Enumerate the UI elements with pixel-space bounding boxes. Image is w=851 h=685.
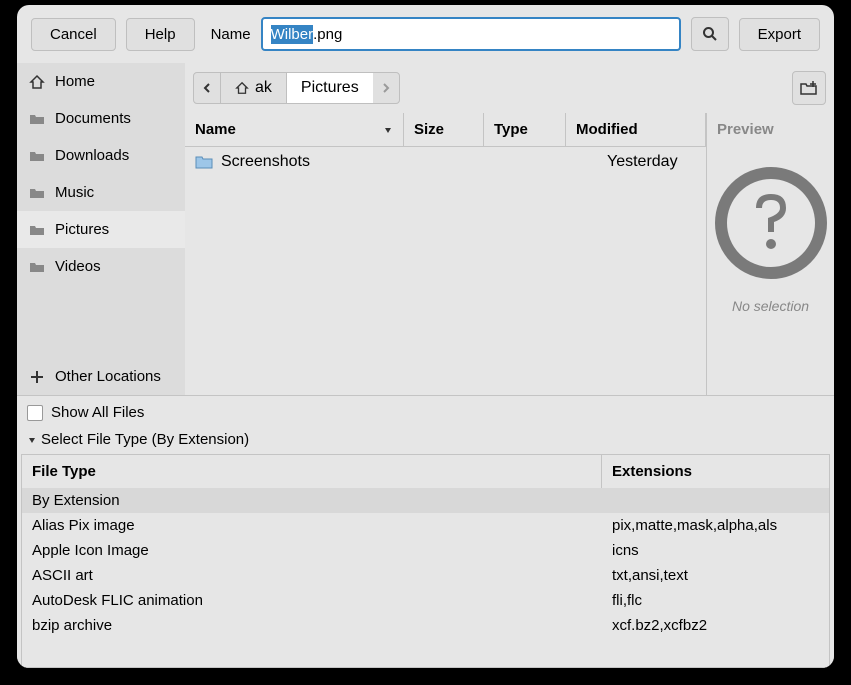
- preview-noselection: No selection: [732, 298, 809, 314]
- column-type[interactable]: Type: [484, 113, 566, 146]
- column-name[interactable]: Name: [185, 113, 404, 146]
- sidebar-item-label: Music: [55, 184, 94, 201]
- show-all-checkbox[interactable]: [27, 405, 43, 421]
- question-icon: [712, 164, 830, 282]
- folder-icon: [29, 259, 45, 275]
- sidebar-item-label: Downloads: [55, 147, 129, 164]
- sidebar-item-pictures[interactable]: Pictures: [17, 211, 185, 248]
- filetype-table: File Type Extensions By Extension Alias …: [21, 454, 830, 668]
- search-button[interactable]: [691, 17, 729, 51]
- path-segment-label: Pictures: [301, 79, 359, 97]
- filetype-row[interactable]: Alias Pix image pix,matte,mask,alpha,als: [22, 513, 829, 538]
- show-all-files-row[interactable]: Show All Files: [17, 396, 834, 429]
- plus-icon: [29, 369, 45, 385]
- file-list[interactable]: Screenshots Yesterday: [185, 147, 706, 395]
- chevron-down-icon: [27, 435, 37, 445]
- file-modified: Yesterday: [607, 153, 696, 171]
- path-segment-pictures[interactable]: Pictures: [286, 73, 373, 103]
- sort-desc-icon: [383, 125, 393, 135]
- sidebar-item-label: Home: [55, 73, 95, 90]
- file-name: Screenshots: [221, 153, 421, 171]
- home-icon: [235, 81, 249, 95]
- filetype-row[interactable]: By Extension: [22, 488, 829, 513]
- home-icon: [29, 74, 45, 90]
- filetype-row[interactable]: bzip archive xcf.bz2,xcfbz2: [22, 613, 829, 638]
- filetype-expander[interactable]: Select File Type (By Extension): [17, 429, 834, 454]
- path-bar: ak Pictures: [185, 63, 834, 113]
- chevron-right-icon: [381, 82, 391, 94]
- file-columns: Name Size Type Modified: [185, 113, 706, 147]
- sidebar-item-label: Videos: [55, 258, 101, 275]
- folder-icon: [29, 111, 45, 127]
- search-icon: [702, 26, 718, 42]
- column-modified[interactable]: Modified: [566, 113, 706, 146]
- chevron-left-icon: [202, 82, 212, 94]
- sidebar-item-home[interactable]: Home: [17, 63, 185, 100]
- export-button[interactable]: Export: [739, 18, 820, 51]
- filename-input[interactable]: Wilber.png: [261, 17, 681, 51]
- preview-header: Preview: [707, 113, 834, 146]
- filetype-body[interactable]: By Extension Alias Pix image pix,matte,m…: [22, 488, 829, 667]
- bottom-panel: Show All Files Select File Type (By Exte…: [17, 395, 834, 668]
- folder-icon: [29, 222, 45, 238]
- path-back-button[interactable]: [194, 73, 220, 103]
- column-size[interactable]: Size: [404, 113, 484, 146]
- center-pane: ak Pictures: [185, 63, 834, 395]
- sidebar-item-videos[interactable]: Videos: [17, 248, 185, 285]
- filetype-col-ext[interactable]: Extensions: [602, 455, 829, 488]
- sidebar-item-downloads[interactable]: Downloads: [17, 137, 185, 174]
- filetype-expander-label: Select File Type (By Extension): [41, 431, 249, 448]
- toolbar: Cancel Help Name Wilber.png Export: [17, 5, 834, 63]
- sidebar-item-documents[interactable]: Documents: [17, 100, 185, 137]
- filetype-col-type[interactable]: File Type: [22, 455, 602, 488]
- sidebar-item-music[interactable]: Music: [17, 174, 185, 211]
- path-nav: ak Pictures: [193, 72, 400, 104]
- filetype-row[interactable]: Apple Icon Image icns: [22, 538, 829, 563]
- sidebar-item-label: Other Locations: [55, 368, 161, 385]
- filetype-row[interactable]: AutoDesk FLIC animation fli,flc: [22, 588, 829, 613]
- folder-icon: [29, 185, 45, 201]
- folder-icon: [195, 154, 213, 170]
- path-forward-button[interactable]: [373, 73, 399, 103]
- filetype-row[interactable]: ASCII art txt,ansi,text: [22, 563, 829, 588]
- name-label: Name: [211, 26, 251, 43]
- preview-pane: Preview No selection: [706, 113, 834, 395]
- new-folder-icon: [800, 79, 818, 97]
- file-row[interactable]: Screenshots Yesterday: [185, 147, 706, 177]
- show-all-label: Show All Files: [51, 404, 144, 421]
- cancel-button[interactable]: Cancel: [31, 18, 116, 51]
- new-folder-button[interactable]: [792, 71, 826, 105]
- sidebar-other-locations[interactable]: Other Locations: [17, 358, 185, 395]
- sidebar-item-label: Documents: [55, 110, 131, 127]
- path-segment-home[interactable]: ak: [220, 73, 286, 103]
- folder-icon: [29, 148, 45, 164]
- sidebar: Home Documents Downloads Music Pictures …: [17, 63, 185, 395]
- sidebar-item-label: Pictures: [55, 221, 109, 238]
- path-segment-label: ak: [255, 79, 272, 97]
- help-button[interactable]: Help: [126, 18, 195, 51]
- filetype-header: File Type Extensions: [22, 455, 829, 488]
